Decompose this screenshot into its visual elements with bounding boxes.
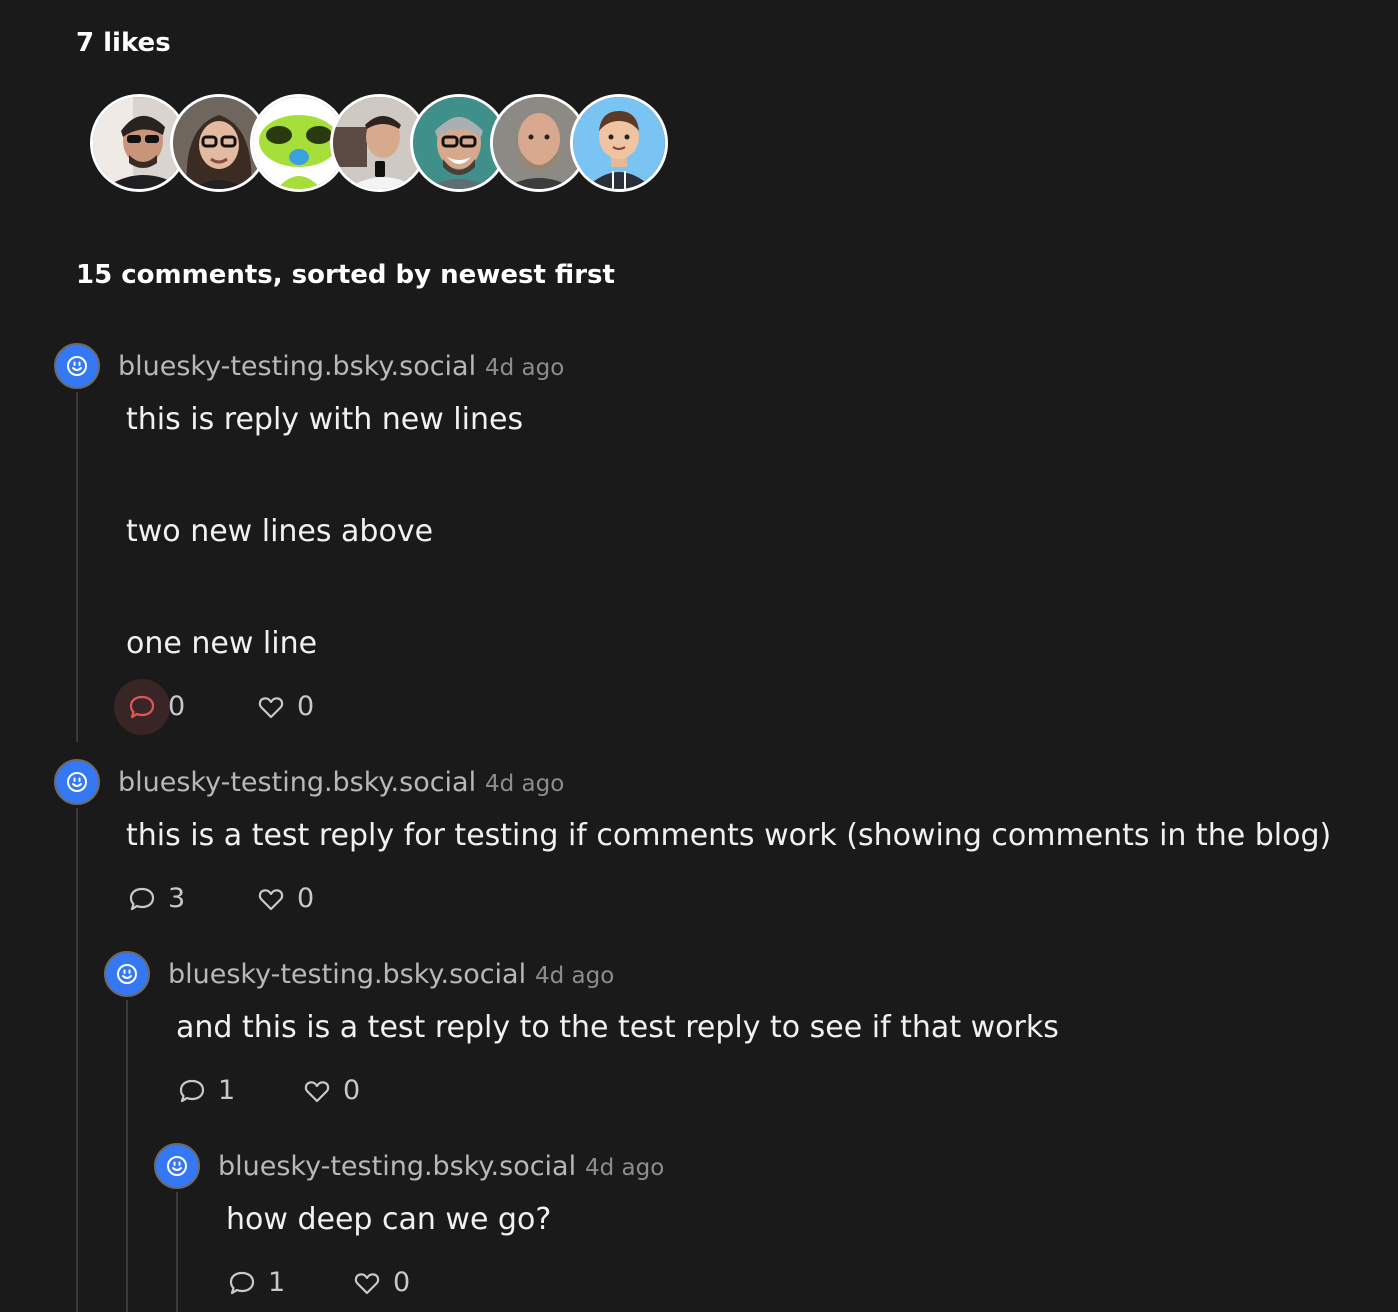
reply-count: 3 [168,883,186,914]
likes-count-heading: 7 likes [76,28,171,58]
comment-text-line: this is a test reply for testing if comm… [126,818,1332,853]
likes-avatar-row [90,94,690,192]
thread-line [76,808,78,1312]
comment-text-line: two new lines above [126,514,434,549]
like-count: 0 [297,883,315,914]
like-button[interactable]: 0 [257,679,314,735]
comment-author-link[interactable]: bluesky-testing.bsky.social [118,765,476,801]
comment-text-line: how deep can we go? [226,1202,552,1237]
reply-button[interactable]: 0 [114,679,186,735]
heart-icon [339,1255,395,1311]
cartoon-person-avatar-icon[interactable] [570,94,668,192]
comment-author-link[interactable]: bluesky-testing.bsky.social [168,957,526,993]
user-avatar[interactable] [104,951,150,997]
comment-author-link[interactable]: bluesky-testing.bsky.social [118,349,476,385]
reply-count: 1 [268,1267,286,1298]
user-avatar[interactable] [154,1143,200,1189]
like-count: 0 [343,1075,361,1106]
heart-icon [243,871,299,927]
comment-text-line: one new line [126,626,318,661]
like-button[interactable]: 0 [353,1255,410,1311]
thread-line [76,392,78,742]
like-button[interactable]: 0 [303,1063,360,1119]
like-count: 0 [297,691,315,722]
comment-text-line: and this is a test reply to the test rep… [176,1010,1059,1045]
like-count: 0 [393,1267,411,1298]
heart-icon [243,679,299,735]
heart-icon [289,1063,345,1119]
like-button[interactable]: 0 [257,871,314,927]
user-avatar[interactable] [54,343,100,389]
user-avatar[interactable] [54,759,100,805]
comment-bubble-icon [164,1063,220,1119]
comment-timestamp[interactable]: 4d ago [485,350,564,386]
smiley-face-icon [117,964,137,984]
smiley-face-icon [167,1156,187,1176]
thread-line [176,1192,178,1312]
reply-button[interactable]: 1 [178,1063,235,1119]
comment-bubble-icon [114,871,170,927]
comments-section: 7 likes 15 comments, sorted by newest fi… [0,0,1398,1312]
comment-timestamp[interactable]: 4d ago [585,1150,664,1186]
reply-button[interactable]: 3 [128,871,185,927]
comment-timestamp[interactable]: 4d ago [485,766,564,802]
thread-line [126,1000,128,1312]
reply-button[interactable]: 1 [228,1255,285,1311]
reply-count: 1 [218,1075,236,1106]
comment-timestamp[interactable]: 4d ago [535,958,614,994]
reply-count: 0 [168,691,186,722]
comments-heading: 15 comments, sorted by newest first [76,260,615,290]
comment-author-link[interactable]: bluesky-testing.bsky.social [218,1149,576,1185]
smiley-face-icon [67,772,87,792]
comment-bubble-icon [214,1255,270,1311]
comment-text-line: this is reply with new lines [126,402,524,437]
comment-bubble-icon [114,679,170,735]
smiley-face-icon [67,356,87,376]
